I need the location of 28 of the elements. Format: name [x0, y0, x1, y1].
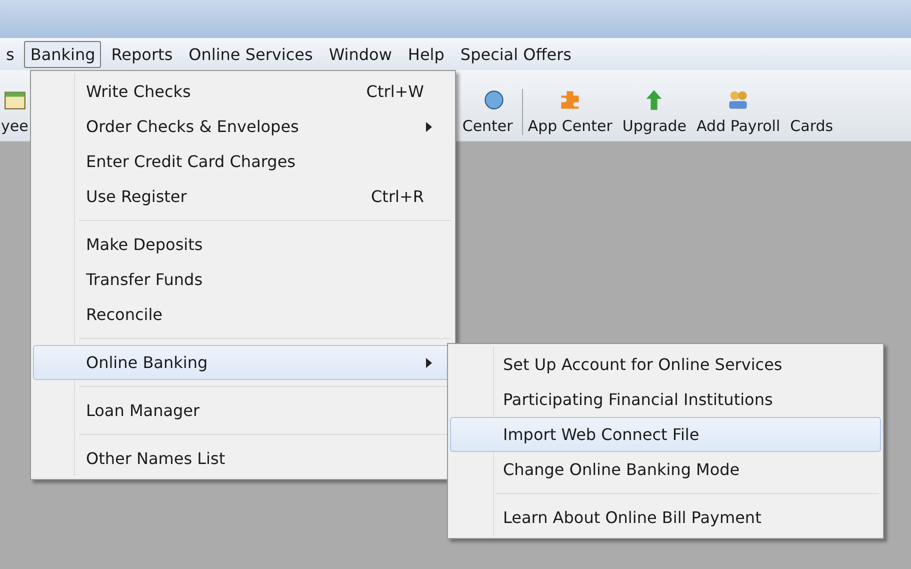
puzzle-icon[interactable] — [559, 89, 582, 111]
menu-item[interactable]: Participating Financial Institutions — [450, 382, 881, 417]
menu-item[interactable]: Transfer Funds — [33, 262, 453, 297]
toolbar-label[interactable]: yee — [1, 117, 28, 135]
menu-item[interactable]: Set Up Account for Online Services — [450, 347, 881, 382]
menu-item[interactable]: Help — [402, 40, 450, 68]
menu-item[interactable]: Write Checks Ctrl+W — [33, 74, 453, 109]
menu-item[interactable]: s — [0, 40, 20, 68]
menu-item[interactable]: Banking — [24, 40, 102, 68]
menu-item[interactable]: Make Deposits — [33, 227, 453, 262]
menu-item[interactable]: Change Online Banking Mode — [450, 452, 881, 487]
menu-item[interactable]: Reconcile — [33, 297, 453, 332]
people-icon[interactable] — [727, 89, 750, 111]
menu-item[interactable]: Enter Credit Card Charges — [33, 144, 453, 179]
calendar-icon[interactable] — [4, 89, 26, 111]
menu-item[interactable]: Order Checks & Envelopes — [33, 109, 453, 144]
menu-item[interactable]: Use Register Ctrl+R — [33, 179, 453, 214]
menu-item[interactable]: Window — [322, 40, 398, 68]
toolbar-label[interactable]: App Center — [528, 117, 612, 135]
toolbar-label[interactable]: Add Payroll — [696, 117, 780, 135]
menu-item[interactable]: Special Offers — [454, 40, 578, 68]
toolbar-label[interactable]: Center — [462, 117, 513, 135]
toolbar-label[interactable]: Upgrade — [622, 117, 687, 135]
toolbar-label[interactable]: Cards — [790, 117, 834, 135]
menu-item[interactable]: Reports — [105, 40, 179, 68]
menu-item[interactable]: Online Services — [182, 40, 319, 68]
menu-item[interactable]: Learn About Online Bill Payment — [450, 500, 881, 535]
menu-item[interactable]: Import Web Connect File — [450, 417, 881, 452]
